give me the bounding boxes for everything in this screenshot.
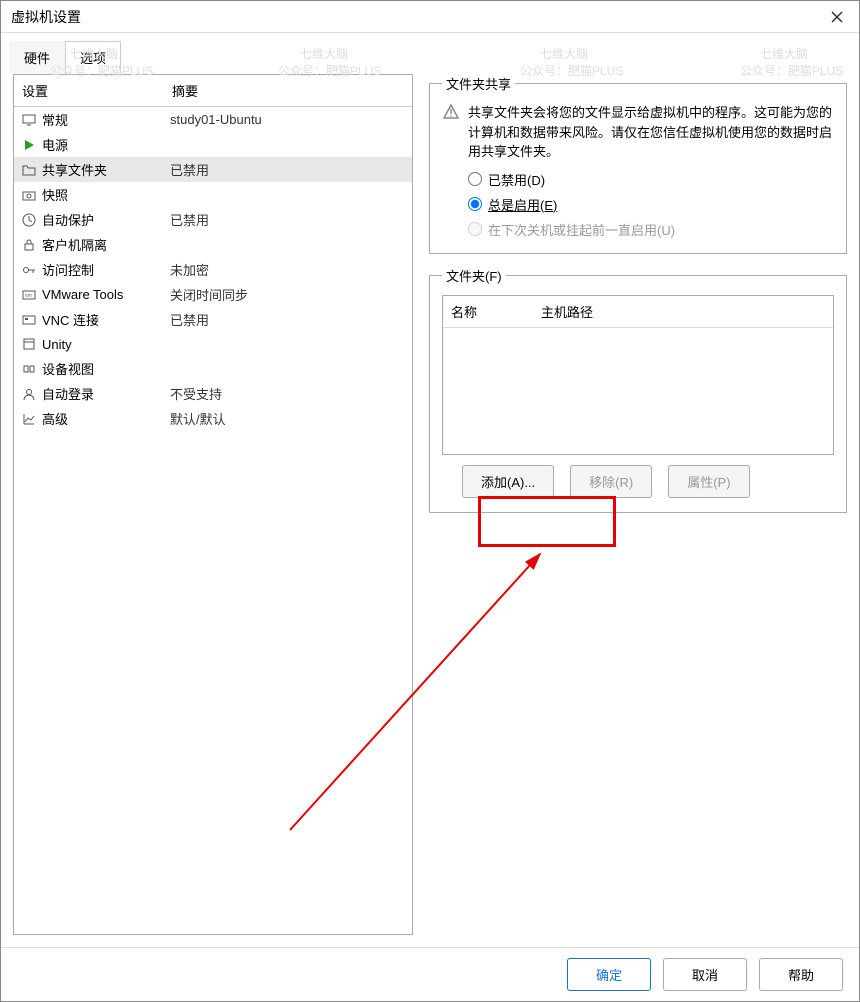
settings-row-label: 自动登录 [42,384,170,403]
monitor-icon [20,111,38,129]
tab-bar: 硬件 选项 [1,33,859,74]
folders-col-name: 名称 [451,302,541,321]
play-icon [20,136,38,154]
tab-options[interactable]: 选项 [65,41,121,74]
warning-row: 共享文件夹会将您的文件显示给虚拟机中的程序。这可能为您的计算机和数据带来风险。请… [442,103,834,162]
settings-row-12[interactable]: 高级默认/默认 [14,406,412,431]
settings-row-summary: 不受支持 [170,384,406,403]
settings-row-summary: 默认/默认 [170,409,406,428]
settings-row-label: 自动保护 [42,210,170,229]
user-icon [20,385,38,403]
settings-row-label: 常规 [42,110,170,129]
folder-buttons: 添加(A)... 移除(R) 属性(P) [442,465,834,498]
content-area: 设置 摘要 常规study01-Ubuntu电源共享文件夹已禁用快照自动保护已禁… [1,74,859,947]
vm-icon: vm [20,286,38,304]
close-button[interactable] [825,5,849,29]
radio-next[interactable]: 在下次关机或挂起前一直启用(U) [468,220,834,239]
titlebar: 虚拟机设置 [1,1,859,33]
lock-icon [20,236,38,254]
folder-sharing-group: 文件夹共享 共享文件夹会将您的文件显示给虚拟机中的程序。这可能为您的计算机和数据… [429,74,847,254]
warning-text: 共享文件夹会将您的文件显示给虚拟机中的程序。这可能为您的计算机和数据带来风险。请… [468,103,834,162]
close-icon [831,11,843,23]
radio-always-label: 总是启用(E) [488,195,557,214]
remove-button[interactable]: 移除(R) [570,465,652,498]
settings-row-label: 电源 [42,135,170,154]
settings-row-2[interactable]: 共享文件夹已禁用 [14,157,412,182]
settings-row-summary: 未加密 [170,260,406,279]
chart-icon [20,410,38,428]
settings-panel: 设置 摘要 常规study01-Ubuntu电源共享文件夹已禁用快照自动保护已禁… [13,74,413,935]
radio-next-label: 在下次关机或挂起前一直启用(U) [488,220,675,239]
col-setting: 设置 [22,81,172,100]
folder-sharing-legend: 文件夹共享 [442,74,515,93]
settings-row-summary: 已禁用 [170,210,406,229]
settings-row-label: 客户机隔离 [42,235,170,254]
settings-row-7[interactable]: vm VMware Tools关闭时间同步 [14,282,412,307]
camera-icon [20,186,38,204]
settings-row-summary: 关闭时间同步 [170,285,406,304]
vnc-icon [20,311,38,329]
settings-row-label: 快照 [42,185,170,204]
radio-next-input[interactable] [468,222,482,236]
settings-row-label: 设备视图 [42,359,170,378]
svg-text:vm: vm [25,293,32,299]
tab-hardware[interactable]: 硬件 [9,41,65,74]
clock-icon [20,211,38,229]
settings-row-10[interactable]: 设备视图 [14,356,412,381]
settings-row-label: 访问控制 [42,260,170,279]
folders-header: 名称 主机路径 [443,296,833,328]
radio-always-input[interactable] [468,197,482,211]
settings-row-0[interactable]: 常规study01-Ubuntu [14,107,412,132]
key-icon [20,261,38,279]
window-icon [20,335,38,353]
device-icon [20,360,38,378]
folders-legend: 文件夹(F) [442,266,506,285]
radio-disabled-input[interactable] [468,172,482,186]
settings-row-6[interactable]: 访问控制未加密 [14,257,412,282]
settings-row-5[interactable]: 客户机隔离 [14,232,412,257]
col-summary: 摘要 [172,81,404,100]
folders-group: 文件夹(F) 名称 主机路径 添加(A)... 移除(R) 属性(P) [429,266,847,513]
properties-button[interactable]: 属性(P) [668,465,749,498]
add-button[interactable]: 添加(A)... [462,465,554,498]
settings-row-label: VMware Tools [42,287,170,302]
settings-row-11[interactable]: 自动登录不受支持 [14,381,412,406]
settings-row-summary: study01-Ubuntu [170,112,406,127]
settings-row-summary: 已禁用 [170,310,406,329]
radio-always[interactable]: 总是启用(E) [468,195,834,214]
cancel-button[interactable]: 取消 [663,958,747,991]
help-button[interactable]: 帮助 [759,958,843,991]
settings-row-1[interactable]: 电源 [14,132,412,157]
settings-row-3[interactable]: 快照 [14,182,412,207]
folders-col-path: 主机路径 [541,302,825,321]
settings-header: 设置 摘要 [14,75,412,107]
settings-row-label: 共享文件夹 [42,160,170,179]
settings-row-8[interactable]: VNC 连接已禁用 [14,307,412,332]
vm-settings-window: 虚拟机设置 硬件 选项 设置 摘要 常规study01-Ubuntu电源共享文件… [0,0,860,1002]
settings-row-label: 高级 [42,409,170,428]
dialog-buttons: 确定 取消 帮助 [1,947,859,1001]
folders-list[interactable]: 名称 主机路径 [442,295,834,455]
window-title: 虚拟机设置 [11,7,825,27]
settings-row-label: VNC 连接 [42,310,170,329]
settings-row-9[interactable]: Unity [14,332,412,356]
warning-icon [442,103,460,124]
settings-row-summary: 已禁用 [170,160,406,179]
settings-row-label: Unity [42,337,170,352]
radio-disabled[interactable]: 已禁用(D) [468,170,834,189]
folder-icon [20,161,38,179]
settings-row-4[interactable]: 自动保护已禁用 [14,207,412,232]
right-panel: 文件夹共享 共享文件夹会将您的文件显示给虚拟机中的程序。这可能为您的计算机和数据… [429,74,847,935]
ok-button[interactable]: 确定 [567,958,651,991]
radio-disabled-label: 已禁用(D) [488,170,545,189]
settings-list: 常规study01-Ubuntu电源共享文件夹已禁用快照自动保护已禁用客户机隔离… [14,107,412,934]
radio-group: 已禁用(D) 总是启用(E) 在下次关机或挂起前一直启用(U) [468,170,834,239]
